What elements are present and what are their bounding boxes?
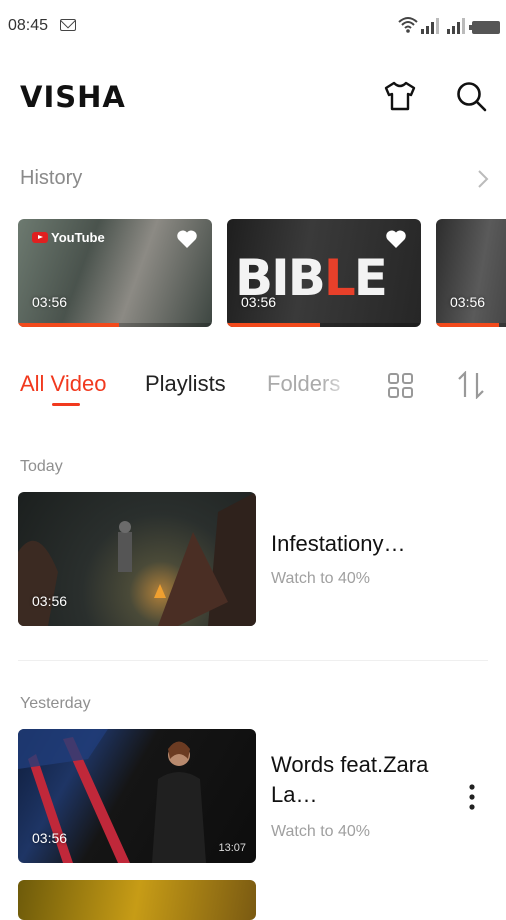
- history-video-card[interactable]: YouTube 03:56: [18, 219, 212, 327]
- youtube-logo-icon: [32, 232, 48, 243]
- tab-fade-overlay: [320, 368, 360, 400]
- video-length: 13:07: [218, 842, 246, 854]
- signal-icon: [447, 18, 465, 34]
- watch-progress-bar: [18, 323, 212, 327]
- app-logo-text: VISHA: [20, 80, 126, 114]
- active-tab-indicator: [52, 403, 80, 406]
- section-label-yesterday: Yesterday: [20, 695, 91, 712]
- chevron-right-icon[interactable]: [476, 169, 490, 189]
- theme-shirt-icon[interactable]: [382, 80, 418, 112]
- watch-progress-fill: [18, 323, 119, 327]
- wifi-icon: [398, 17, 418, 33]
- sort-icon[interactable]: [456, 371, 488, 399]
- watch-progress-bar: [436, 323, 506, 327]
- mail-notification-icon: [60, 19, 76, 31]
- heart-icon[interactable]: [176, 229, 198, 249]
- watch-progress-fill: [436, 323, 499, 327]
- grid-view-icon[interactable]: [388, 373, 414, 399]
- video-duration: 03:56: [32, 294, 68, 310]
- video-thumbnail[interactable]: [18, 880, 256, 920]
- tab-all-video[interactable]: All Video: [20, 371, 106, 397]
- video-thumbnail[interactable]: 03:56 13:07: [18, 729, 256, 863]
- video-duration: 03:56: [450, 294, 486, 310]
- section-divider: [18, 660, 488, 661]
- more-vertical-icon[interactable]: [468, 784, 476, 810]
- watch-progress-fill: [227, 323, 321, 327]
- watch-progress-text: Watch to 40%: [271, 570, 371, 587]
- youtube-badge-text: YouTube: [51, 230, 105, 245]
- app-logo: VISHA: [20, 80, 126, 114]
- section-label-today: Today: [20, 458, 63, 475]
- history-video-card[interactable]: BIBLE 03:56: [227, 219, 421, 327]
- history-title: History: [20, 167, 83, 189]
- video-duration: 03:56: [32, 830, 68, 846]
- battery-icon: [469, 21, 500, 34]
- signal-icon: [421, 18, 439, 34]
- video-title[interactable]: Infestationy…: [271, 529, 431, 559]
- video-title[interactable]: Words feat.Zara La…: [271, 750, 431, 810]
- watch-progress-text: Watch to 40%: [271, 823, 371, 840]
- history-video-card[interactable]: 03:56: [436, 219, 506, 327]
- status-time: 08:45: [8, 17, 49, 34]
- heart-icon[interactable]: [385, 229, 407, 249]
- video-thumbnail[interactable]: 03:56: [18, 492, 256, 626]
- status-bar: 08:45: [0, 0, 506, 56]
- video-duration: 03:56: [32, 593, 68, 609]
- search-icon[interactable]: [455, 80, 489, 114]
- youtube-badge: YouTube: [32, 230, 105, 245]
- tab-playlists[interactable]: Playlists: [145, 371, 226, 397]
- watch-progress-bar: [227, 323, 421, 327]
- video-duration: 03:56: [241, 294, 277, 310]
